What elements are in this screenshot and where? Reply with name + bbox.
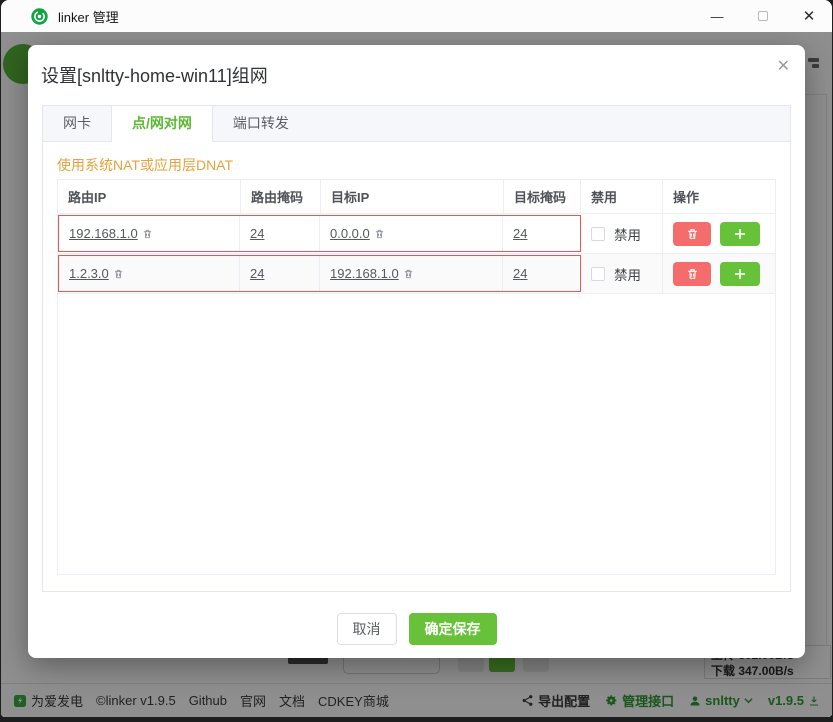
route-ip-value[interactable]: 192.168.1.0: [69, 226, 138, 241]
nat-notice-text: 使用系统NAT或应用层DNAT: [57, 142, 776, 179]
route-mask-value[interactable]: 24: [250, 226, 264, 241]
app-logo-icon: [31, 8, 48, 25]
minimize-button[interactable]: —: [694, 0, 740, 32]
target-mask-cell: 24: [503, 216, 580, 251]
dialog-tabs: 网卡 点/网对网 端口转发 使用系统NAT或应用层DNAT 路由IP 路由掩码 …: [42, 105, 791, 592]
tab-network-card[interactable]: 网卡: [43, 106, 111, 141]
plus-icon: [734, 228, 746, 240]
cancel-button[interactable]: 取消: [337, 613, 397, 645]
app-window: linker 管理 — ✕ 上传 302.00B/s 下载 347.00B/s: [1, 0, 832, 717]
table-row: 1.2.3.0 24 192.168.1.0: [58, 254, 775, 294]
operations-cell: [663, 254, 775, 293]
disable-checkbox[interactable]: [591, 227, 605, 241]
dialog-close-button[interactable]: ✕: [777, 56, 790, 76]
disable-cell: 禁用: [581, 214, 663, 253]
disable-label: 禁用: [614, 264, 641, 284]
maximize-button[interactable]: [740, 0, 786, 32]
clear-trash-icon[interactable]: [113, 268, 124, 280]
window-controls: — ✕: [694, 0, 832, 32]
header-route-ip: 路由IP: [58, 180, 241, 213]
target-mask-value[interactable]: 24: [513, 266, 527, 281]
clear-trash-icon[interactable]: [142, 228, 153, 240]
table-row: 192.168.1.0 24 0.0.0.0: [58, 214, 775, 254]
table-header-row: 路由IP 路由掩码 目标IP 目标掩码 禁用 操作: [58, 180, 775, 214]
route-mask-cell: 24: [240, 256, 320, 291]
window-title: linker 管理: [58, 7, 119, 26]
clear-trash-icon[interactable]: [403, 268, 414, 280]
header-operations: 操作: [663, 180, 775, 213]
target-mask-cell: 24: [503, 256, 580, 291]
operations-cell: [663, 214, 775, 253]
maximize-icon: [758, 11, 768, 21]
tab-port-forwarding[interactable]: 端口转发: [213, 106, 309, 141]
route-mask-value[interactable]: 24: [250, 266, 264, 281]
dialog-title: 设置[snltty-home-win11]组网: [41, 62, 268, 88]
app-area: 上传 302.00B/s 下载 347.00B/s 为爱发电 ©linker v…: [1, 32, 832, 717]
close-window-button[interactable]: ✕: [786, 0, 832, 32]
target-mask-value[interactable]: 24: [513, 226, 527, 241]
row-alert-group: 192.168.1.0 24 0.0.0.0: [58, 215, 581, 252]
delete-row-button[interactable]: [673, 222, 711, 246]
disable-cell: 禁用: [581, 254, 663, 293]
header-route-mask: 路由掩码: [241, 180, 321, 213]
route-ip-cell: 192.168.1.0: [59, 216, 240, 251]
route-ip-cell: 1.2.3.0: [59, 256, 240, 291]
route-ip-value[interactable]: 1.2.3.0: [69, 266, 109, 281]
trash-icon: [686, 227, 699, 241]
clear-trash-icon[interactable]: [374, 228, 385, 240]
tab-point-net-to-net[interactable]: 点/网对网: [111, 106, 213, 141]
target-ip-cell: 192.168.1.0: [320, 256, 503, 291]
route-mask-cell: 24: [240, 216, 320, 251]
target-ip-value[interactable]: 0.0.0.0: [330, 226, 370, 241]
header-disable: 禁用: [581, 180, 663, 213]
network-setup-dialog: 设置[snltty-home-win11]组网 ✕ 网卡 点/网对网 端口转发 …: [28, 45, 805, 658]
disable-checkbox[interactable]: [591, 267, 605, 281]
header-target-mask: 目标掩码: [504, 180, 581, 213]
dialog-actions: 取消 确定保存: [28, 613, 805, 645]
target-ip-cell: 0.0.0.0: [320, 216, 503, 251]
titlebar: linker 管理 — ✕: [1, 0, 832, 32]
routes-table: 路由IP 路由掩码 目标IP 目标掩码 禁用 操作 192.168.1.0: [57, 179, 776, 575]
trash-icon: [686, 267, 699, 281]
add-row-button[interactable]: [720, 262, 760, 286]
add-row-button[interactable]: [720, 222, 760, 246]
target-ip-value[interactable]: 192.168.1.0: [330, 266, 399, 281]
tab-bar: 网卡 点/网对网 端口转发: [42, 105, 791, 142]
header-target-ip: 目标IP: [321, 180, 504, 213]
tab-panel: 使用系统NAT或应用层DNAT 路由IP 路由掩码 目标IP 目标掩码 禁用 操…: [42, 142, 791, 592]
disable-label: 禁用: [614, 224, 641, 244]
plus-icon: [734, 268, 746, 280]
confirm-save-button[interactable]: 确定保存: [409, 613, 497, 645]
row-alert-group: 1.2.3.0 24 192.168.1.0: [58, 255, 581, 292]
delete-row-button[interactable]: [673, 262, 711, 286]
